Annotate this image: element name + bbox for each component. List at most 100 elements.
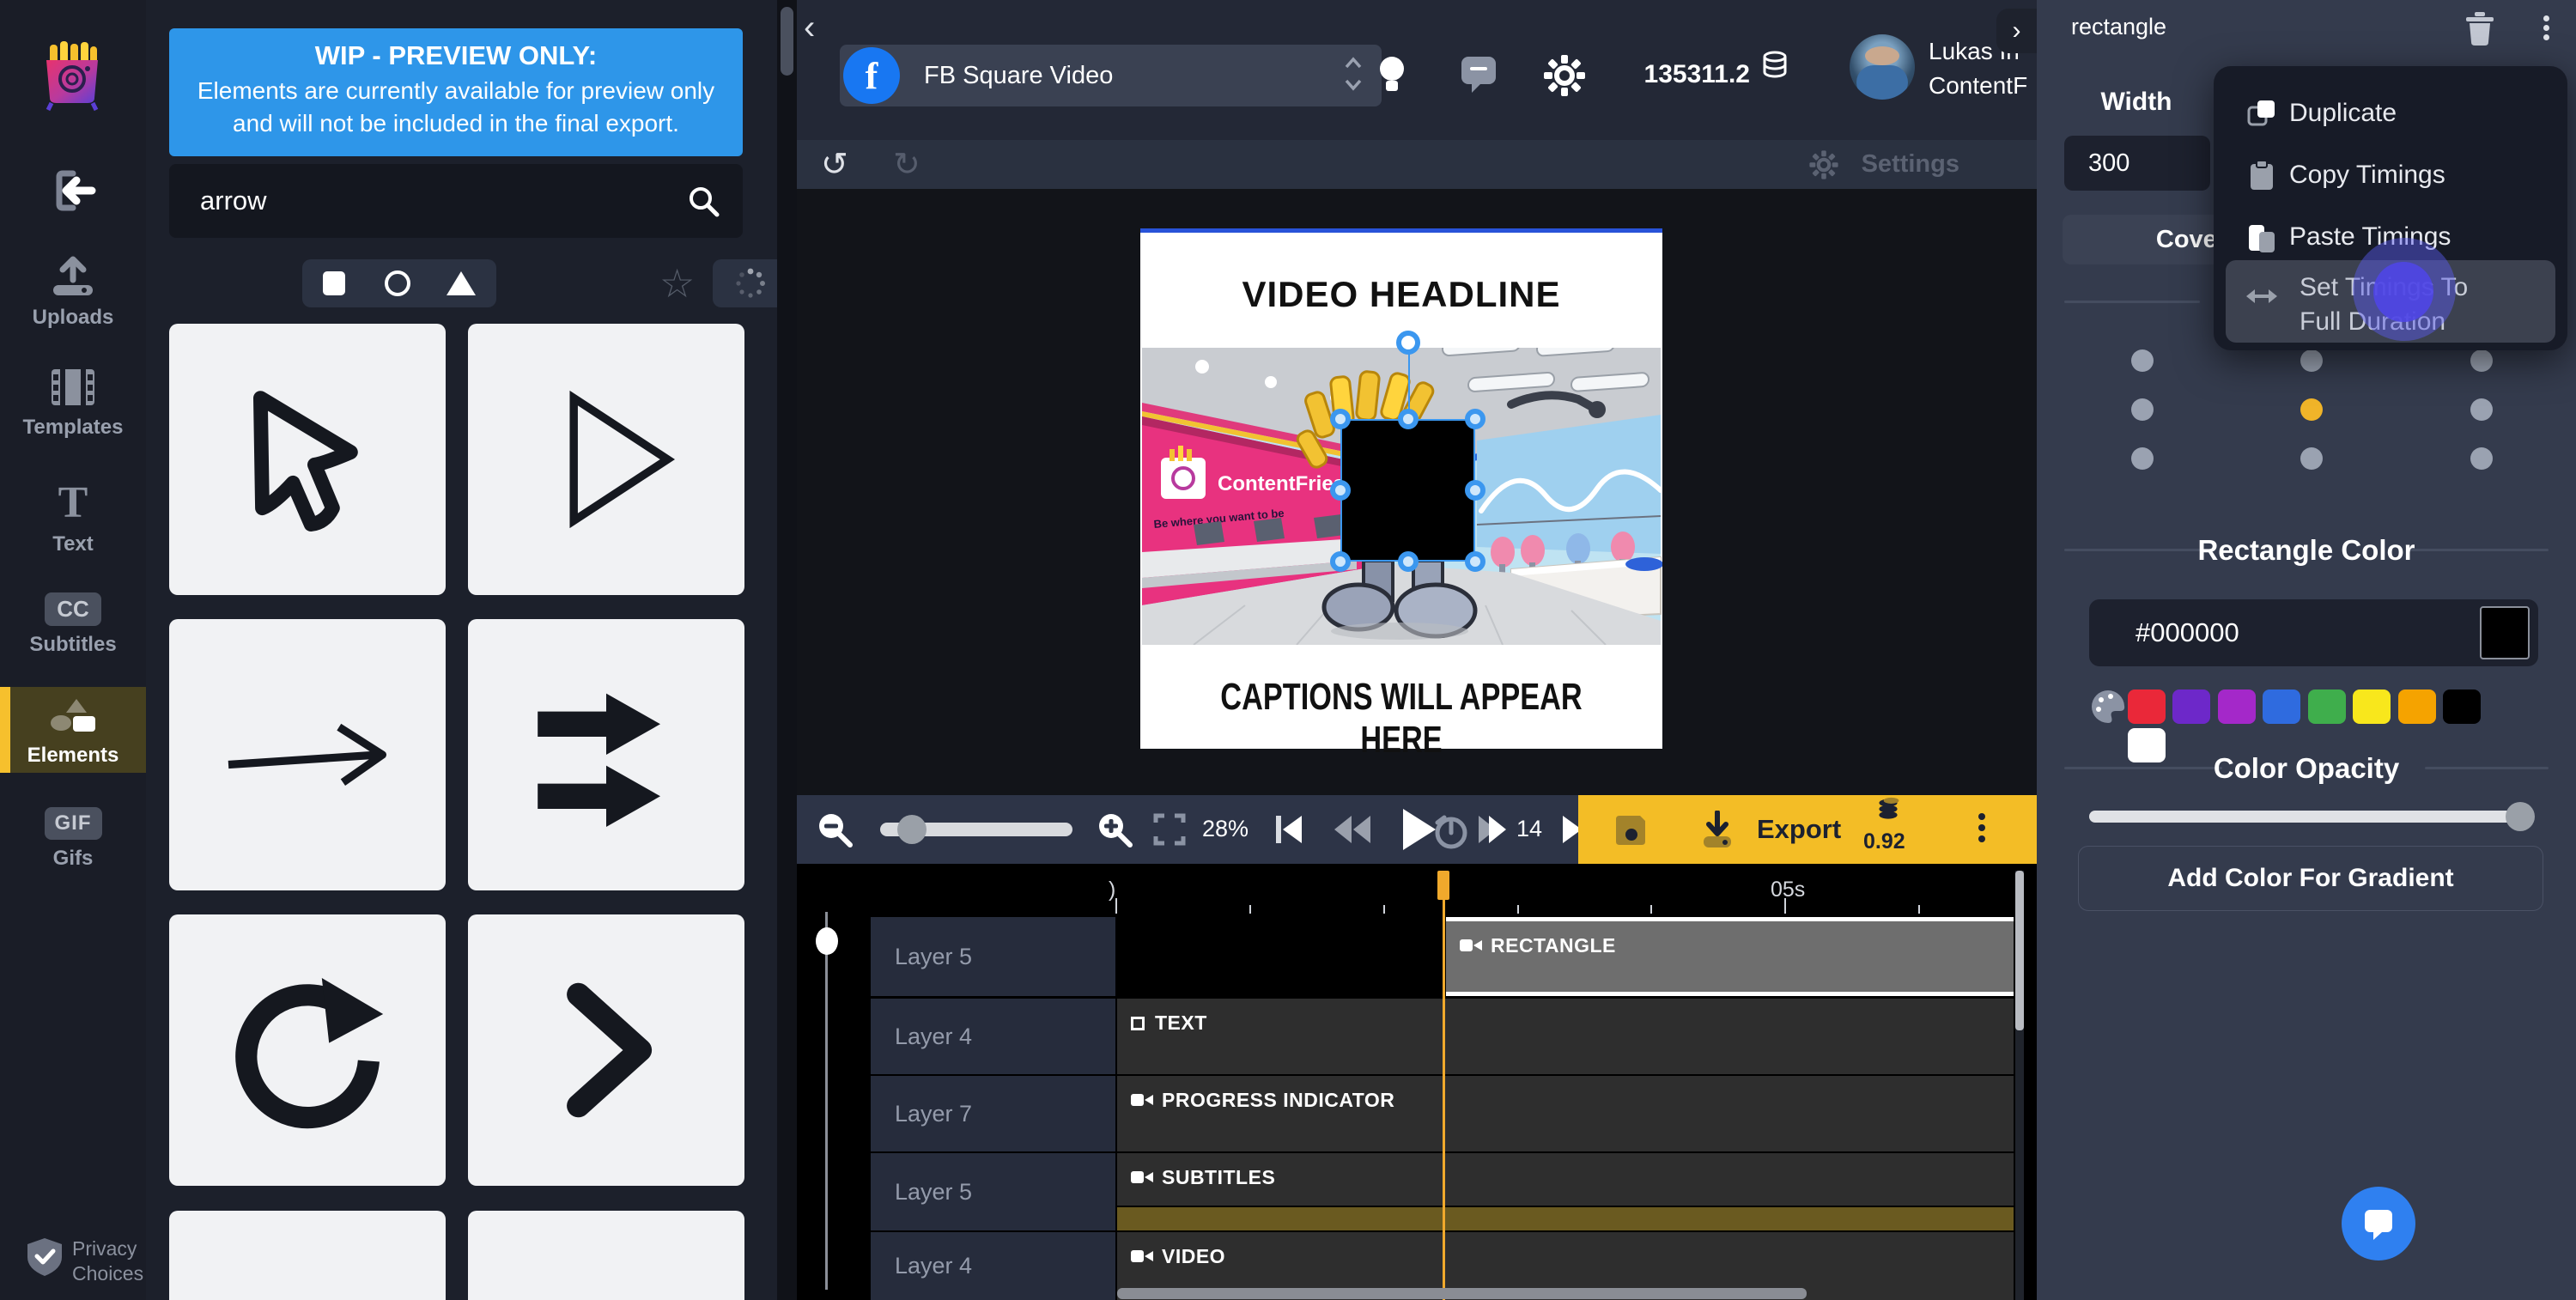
rotate-handle[interactable] [1396,331,1420,355]
color-preview-swatch[interactable] [2480,606,2530,659]
captions-placeholder-text[interactable]: CAPTIONS WILL APPEAR HERE [1198,676,1605,762]
position-dot-selected[interactable] [2300,398,2323,421]
search-icon[interactable] [686,184,720,218]
timeline-zoom-in-button[interactable] [1096,811,1133,848]
position-dot[interactable] [2131,447,2154,470]
playhead-line[interactable] [1443,871,1445,1300]
contentfries-logo-icon[interactable] [36,39,108,112]
sidebar-item-subtitles[interactable]: CC Subtitles [0,592,146,657]
user-avatar[interactable] [1850,34,1915,100]
settings-button[interactable]: Settings [1808,140,1959,189]
color-swatch[interactable] [2353,689,2391,724]
slider-thumb[interactable] [897,815,927,844]
video-canvas[interactable]: VIDEO HEADLINE [797,189,2037,795]
resize-handle-ne[interactable] [1465,409,1485,429]
color-swatch[interactable] [2398,689,2436,724]
color-swatch[interactable] [2128,689,2166,724]
timeline-horizontal-scrollbar[interactable] [1117,1288,1807,1299]
color-picker-button[interactable] [2088,687,2128,726]
clip-progress-indicator[interactable]: PROGRESS INDICATOR [1117,1076,2014,1151]
scrollbar-thumb[interactable] [781,7,793,76]
position-dot[interactable] [2300,349,2323,372]
selected-rectangle-element[interactable] [1340,419,1475,562]
skip-to-start-button[interactable] [1271,812,1305,847]
project-settings-gear-button[interactable] [1542,53,1587,98]
chat-bubble-button[interactable] [2342,1187,2415,1261]
position-dot[interactable] [2470,398,2493,421]
element-search-box[interactable] [169,164,743,238]
sidebar-item-elements[interactable]: Elements [0,687,146,773]
clip-rectangle[interactable]: RECTANGLE [1446,917,2014,996]
menu-item-duplicate[interactable]: Duplicate [2234,87,2547,140]
scrollbar-thumb[interactable] [2015,871,2024,1030]
resize-handle-w[interactable] [1330,480,1351,501]
clip-text[interactable]: TEXT [1117,999,2014,1074]
search-input[interactable] [198,167,679,235]
favorites-star-button[interactable]: ☆ [659,261,695,306]
resize-handle-s[interactable] [1398,551,1419,572]
color-swatch[interactable] [2263,689,2300,724]
collapse-panel-button[interactable]: › [1996,9,2037,53]
save-draft-button[interactable] [1613,812,1649,848]
element-card-play-outline[interactable] [468,324,744,595]
element-card-thin-arrow-right[interactable] [169,619,446,890]
position-dot[interactable] [2131,398,2154,421]
resize-handle-se[interactable] [1465,551,1485,572]
tips-lightbulb-button[interactable] [1376,53,1408,98]
position-dot[interactable] [2131,349,2154,372]
filter-triangle-button[interactable] [429,259,493,307]
privacy-choices-link[interactable]: Privacy Choices [26,1236,146,1286]
elements-panel-scrollbar[interactable] [777,0,797,1300]
element-card-cursor-arrow[interactable] [169,324,446,595]
color-swatch[interactable] [2308,689,2346,724]
sidebar-item-text[interactable]: T Text [0,481,146,556]
resize-handle-e[interactable] [1465,480,1485,501]
layer-label[interactable]: Layer 7 [871,1076,1115,1151]
layer-label[interactable]: Layer 4 [871,999,1115,1074]
fast-forward-button[interactable] [1477,812,1516,847]
color-hex-input[interactable]: #000000 [2089,599,2538,666]
clip-subtitles[interactable]: SUBTITLES [1117,1153,2014,1206]
loop-timer-button[interactable] [1432,812,1470,850]
exit-editor-button[interactable] [0,168,146,220]
position-dot[interactable] [2470,447,2493,470]
timeline-zoom-out-button[interactable] [816,811,854,848]
layer-label[interactable]: Layer 5 [871,1153,1115,1230]
color-swatch[interactable] [2443,689,2481,724]
element-card-chevron-right[interactable] [468,914,744,1186]
back-chevron-button[interactable]: ‹ [804,9,815,47]
width-input[interactable]: 300 [2064,136,2210,191]
feedback-chat-button[interactable] [1460,55,1498,94]
sidebar-item-uploads[interactable]: Uploads [0,254,146,330]
color-swatch[interactable] [2172,689,2210,724]
resize-handle-sw[interactable] [1330,551,1351,572]
opacity-slider[interactable] [2089,811,2530,823]
element-menu-button[interactable] [2543,12,2549,44]
sidebar-item-gifs[interactable]: GIF Gifs [0,807,146,871]
resize-handle-nw[interactable] [1330,409,1351,429]
color-swatch[interactable] [2218,689,2256,724]
layer-label[interactable]: Layer 4 [871,1232,1115,1300]
element-card-double-arrow-right[interactable] [468,619,744,890]
redo-button[interactable]: ↻ [893,145,920,184]
resize-handle-n[interactable] [1398,409,1419,429]
preset-dropdown[interactable]: f FB Square Video [840,45,1382,106]
add-gradient-button[interactable]: Add Color For Gradient [2078,846,2543,911]
sidebar-item-templates[interactable]: Templates [0,366,146,440]
export-more-options-button[interactable] [1978,809,1985,847]
element-card-arrow-partial[interactable] [169,1211,446,1300]
timeline-zoom-slider[interactable] [880,823,1072,836]
export-button[interactable]: Export [1757,814,1841,845]
filter-circle-button[interactable] [366,259,429,307]
video-headline-text[interactable]: VIDEO HEADLINE [1140,274,1662,315]
element-card-parallelogram-partial[interactable] [468,1211,744,1300]
delete-element-button[interactable] [2464,10,2495,46]
position-dot[interactable] [2300,447,2323,470]
fullscreen-button[interactable] [1152,812,1187,847]
timeline-vertical-scrollbar[interactable] [2015,871,2024,1300]
undo-button[interactable]: ↺ [821,145,848,184]
rewind-button[interactable] [1331,812,1372,847]
slider-thumb[interactable] [2506,802,2535,831]
layer-height-slider-thumb[interactable] [816,927,838,955]
element-card-redo-arrow[interactable] [169,914,446,1186]
